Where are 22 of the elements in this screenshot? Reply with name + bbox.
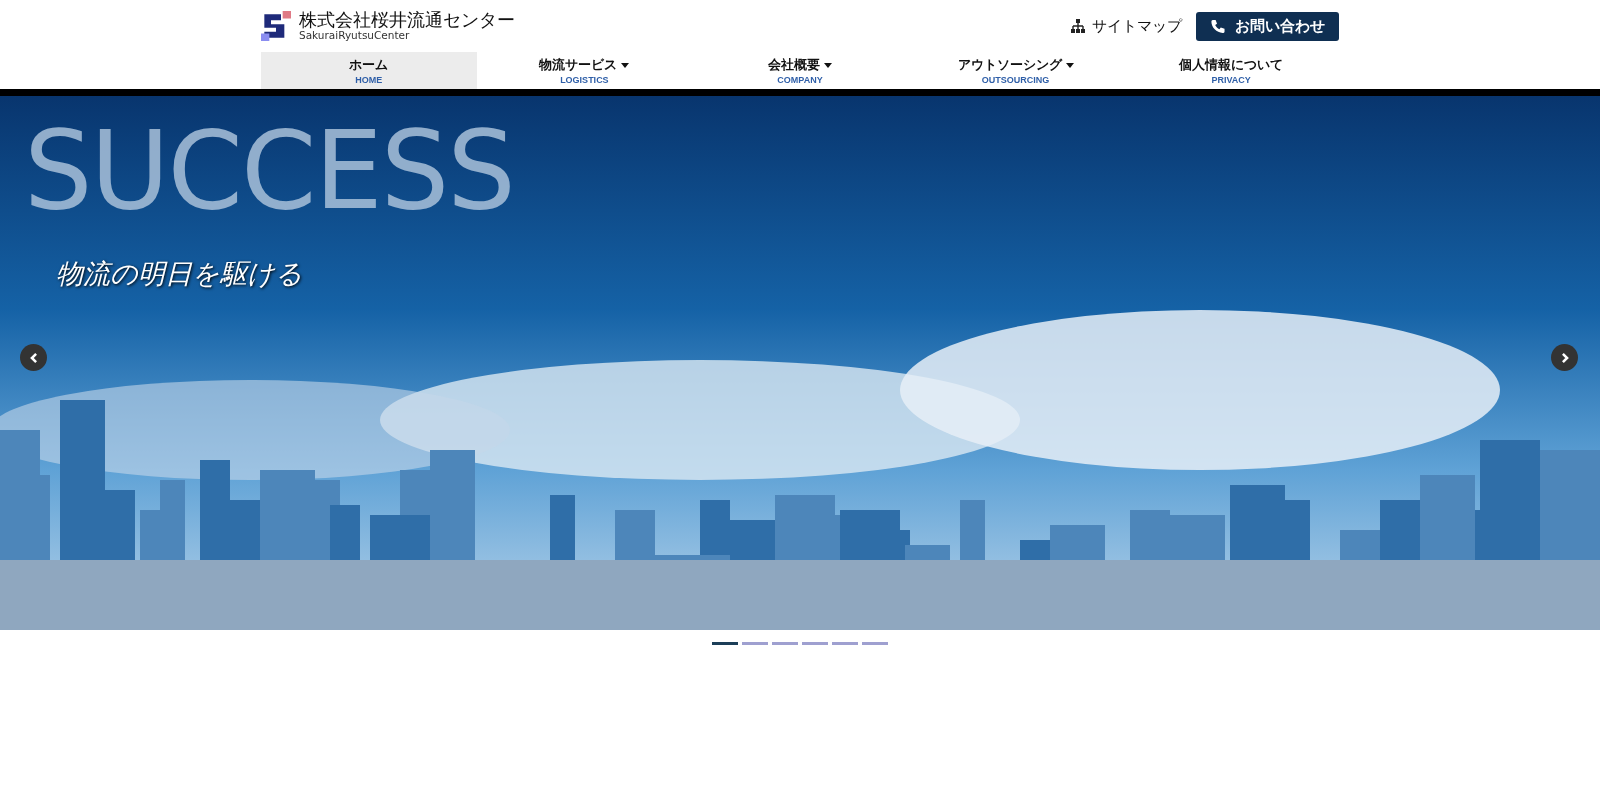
contact-button[interactable]: お問い合わせ <box>1196 11 1339 41</box>
sitemap-link[interactable]: サイトマップ <box>1070 16 1182 36</box>
sitemap-icon <box>1070 19 1086 33</box>
company-name: 株式会社桜井流通センター <box>299 11 515 30</box>
slide-indicator[interactable] <box>802 642 828 645</box>
next-slide-button[interactable] <box>1551 344 1578 371</box>
company-subtitle: SakuraiRyutsuCenter <box>299 29 411 41</box>
phone-icon <box>1210 18 1225 34</box>
slide-indicator[interactable] <box>742 642 768 645</box>
nav-tab[interactable]: アウトソーシング OUTSOURCING <box>907 52 1124 89</box>
hero-headline: SUCCESS <box>24 112 514 231</box>
logo-icon <box>261 8 291 44</box>
hero-tagline: 物流の明日を駆ける <box>56 257 303 291</box>
nav-tab[interactable]: 物流サービス LOGISTICS <box>476 52 693 89</box>
slide-indicator[interactable] <box>832 642 858 645</box>
previous-slide-button[interactable] <box>20 344 47 371</box>
slide-indicator[interactable] <box>862 642 888 645</box>
nav-tab[interactable]: ホーム HOME <box>261 52 477 89</box>
nav-tab[interactable]: 個人情報について PRIVACY <box>1123 52 1339 89</box>
slide-indicator[interactable] <box>712 642 738 645</box>
slide-indicator[interactable] <box>772 642 798 645</box>
nav-tab[interactable]: 会社概要 COMPANY <box>692 52 908 89</box>
